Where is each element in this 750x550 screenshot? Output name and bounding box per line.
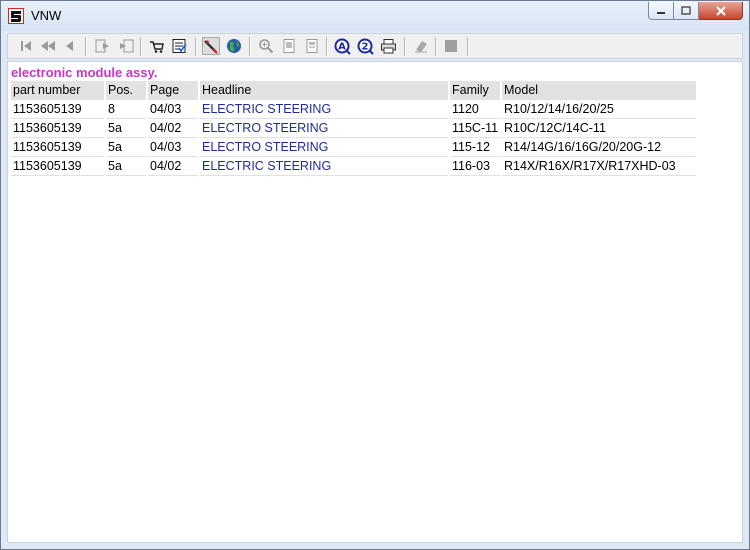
- first-page-icon: [21, 41, 31, 51]
- pos-cell: 8: [105, 99, 148, 119]
- search-2-icon: 2: [357, 38, 374, 55]
- svg-text:2: 2: [361, 41, 368, 52]
- eraser-button[interactable]: [412, 37, 430, 55]
- print-icon: [380, 39, 396, 54]
- model-cell: R10/12/14/16/20/25: [501, 99, 698, 119]
- page-cell: 04/03: [147, 99, 200, 119]
- last-icon: [120, 39, 134, 53]
- search-2-button[interactable]: 2: [356, 37, 374, 55]
- checklist-icon: [172, 39, 187, 53]
- toolbar: A 2: [7, 33, 743, 59]
- family-cell: 115C-11: [449, 118, 502, 138]
- table-row[interactable]: 1153605139 5a 04/03 ELECTRO STEERING 115…: [11, 137, 698, 157]
- column-header-family[interactable]: Family: [449, 81, 502, 100]
- maximize-icon: [681, 6, 691, 15]
- next-button[interactable]: [94, 37, 112, 55]
- close-icon: [715, 5, 726, 16]
- minimize-button[interactable]: [648, 2, 674, 20]
- results-table: part number Pos. Page Headline Family Mo…: [11, 81, 698, 176]
- model-cell: R14X/R16X/R17X/R17XHD-03: [501, 156, 698, 176]
- page-cell: 04/02: [147, 118, 200, 138]
- column-header-model[interactable]: Model: [501, 81, 698, 100]
- maximize-button[interactable]: [674, 2, 699, 20]
- print-button[interactable]: [379, 37, 397, 55]
- family-cell: 115-12: [449, 137, 502, 157]
- previous-page-button[interactable]: [39, 37, 57, 55]
- globe-button[interactable]: [225, 37, 243, 55]
- app-logo-icon: [8, 8, 24, 24]
- page-button[interactable]: [280, 37, 298, 55]
- stop-icon: [445, 40, 457, 52]
- table-row[interactable]: 1153605139 5a 04/02 ELECTRIC STEERING 11…: [11, 156, 698, 176]
- model-cell: R10C/12C/14C-11: [501, 118, 698, 138]
- previous-icon: [66, 41, 73, 51]
- page-cell: 04/02: [147, 156, 200, 176]
- column-header-headline[interactable]: Headline: [199, 81, 450, 100]
- zoom-icon: [259, 39, 274, 54]
- family-cell: 116-03: [449, 156, 502, 176]
- column-header-part-number[interactable]: part number: [11, 81, 106, 100]
- column-header-page[interactable]: Page: [147, 81, 200, 100]
- page-alt-button[interactable]: [303, 37, 321, 55]
- cart-icon: [150, 41, 164, 53]
- search-a-button[interactable]: A: [333, 37, 351, 55]
- next-icon: [95, 39, 109, 53]
- page-alt-icon: [306, 39, 318, 53]
- previous-button[interactable]: [61, 37, 79, 55]
- svg-text:A: A: [338, 41, 346, 52]
- part-number-cell: 1153605139: [11, 99, 106, 119]
- table-row[interactable]: 1153605139 5a 04/02 ELECTRO STEERING 115…: [11, 118, 698, 138]
- headline-link[interactable]: ELECTRO STEERING: [199, 118, 450, 138]
- page-icon: [283, 39, 295, 53]
- zoom-button[interactable]: [257, 37, 275, 55]
- eraser-icon: [415, 41, 427, 53]
- table-row[interactable]: 1153605139 8 04/03 ELECTRIC STEERING 112…: [11, 99, 698, 119]
- model-cell: R14/14G/16/16G/20/20G-12: [501, 137, 698, 157]
- cart-button[interactable]: [148, 37, 166, 55]
- tool-button[interactable]: [202, 37, 220, 55]
- part-number-cell: 1153605139: [11, 156, 106, 176]
- page-cell: 04/03: [147, 137, 200, 157]
- headline-link[interactable]: ELECTRIC STEERING: [199, 156, 450, 176]
- headline-link[interactable]: ELECTRIC STEERING: [199, 99, 450, 119]
- stop-button[interactable]: [442, 37, 460, 55]
- pos-cell: 5a: [105, 156, 148, 176]
- checklist-button[interactable]: [170, 37, 188, 55]
- pos-cell: 5a: [105, 118, 148, 138]
- title-bar[interactable]: VNW: [1, 1, 749, 31]
- family-cell: 1120: [449, 99, 502, 119]
- globe-icon: [227, 39, 241, 53]
- column-header-pos[interactable]: Pos.: [105, 81, 148, 100]
- part-number-cell: 1153605139: [11, 118, 106, 138]
- part-number-cell: 1153605139: [11, 137, 106, 157]
- table-header-row: part number Pos. Page Headline Family Mo…: [11, 81, 698, 100]
- page-title: electronic module assy.: [11, 65, 158, 80]
- tool-icon: [204, 40, 218, 54]
- minimize-icon: [657, 11, 665, 14]
- window-title: VNW: [31, 8, 62, 23]
- previous-page-icon: [41, 41, 55, 51]
- headline-link[interactable]: ELECTRO STEERING: [199, 137, 450, 157]
- search-a-icon: A: [334, 38, 351, 55]
- app-window: VNW A 2 electronic module assy. part num…: [0, 0, 750, 550]
- close-button[interactable]: [699, 2, 743, 20]
- last-button[interactable]: [117, 37, 135, 55]
- results-panel: electronic module assy. part number Pos.…: [7, 61, 743, 543]
- first-page-button[interactable]: [17, 37, 35, 55]
- pos-cell: 5a: [105, 137, 148, 157]
